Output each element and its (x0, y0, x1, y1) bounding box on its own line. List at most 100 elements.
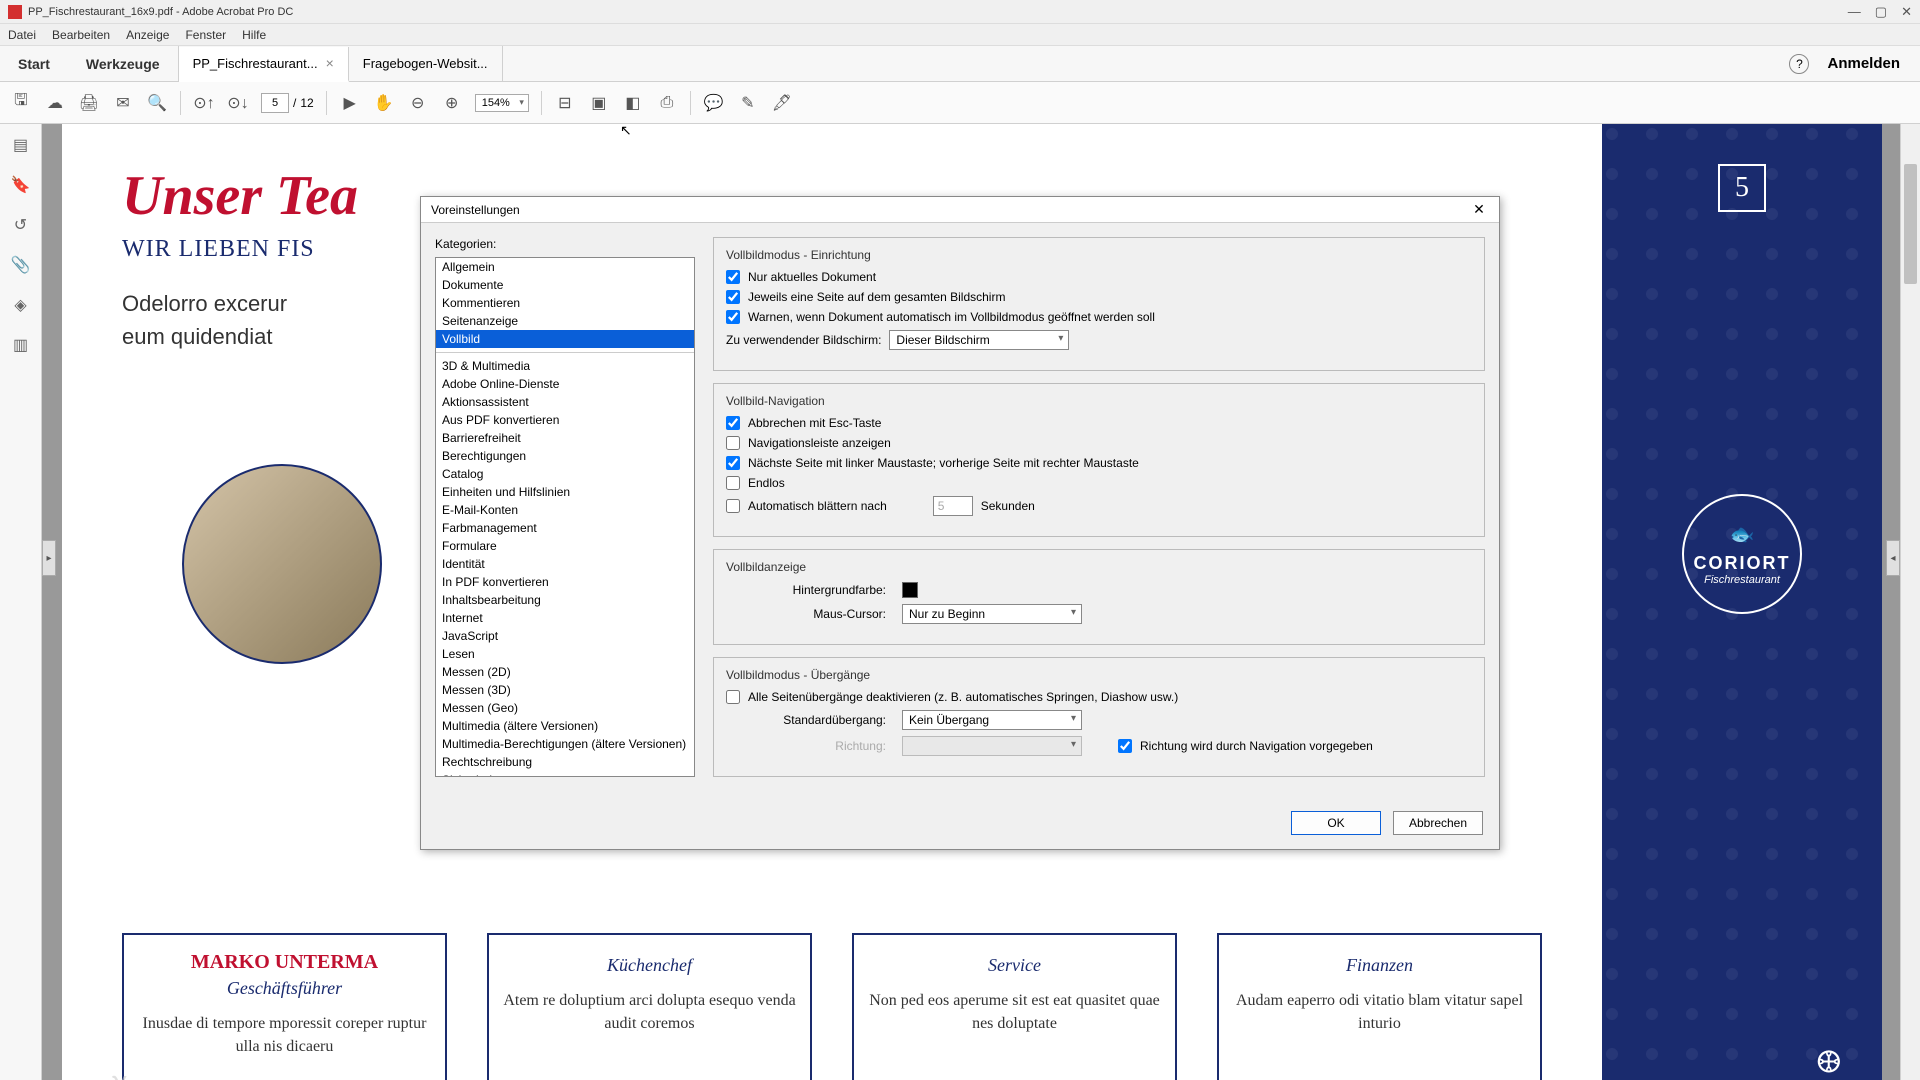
cat-item[interactable]: Multimedia-Berechtigungen (ältere Versio… (436, 735, 694, 753)
screen-label: Zu verwendender Bildschirm: (726, 333, 881, 347)
doc-tab-1[interactable]: PP_Fischrestaurant... × (179, 47, 349, 82)
cat-item[interactable]: Identität (436, 555, 694, 573)
close-button[interactable]: ✕ (1901, 4, 1912, 20)
tab-tools[interactable]: Werkzeuge (68, 46, 178, 81)
tab-start[interactable]: Start (0, 46, 68, 81)
titlebar-text: PP_Fischrestaurant_16x9.pdf - Adobe Acro… (28, 6, 293, 18)
ok-button[interactable]: OK (1291, 811, 1381, 835)
login-link[interactable]: Anmelden (1827, 55, 1900, 72)
cat-item[interactable]: Messen (Geo) (436, 699, 694, 717)
comment-icon[interactable]: 💬 (703, 92, 725, 114)
seconds-input[interactable] (933, 496, 973, 516)
cat-item[interactable]: Multimedia (ältere Versionen) (436, 717, 694, 735)
cat-item[interactable]: Messen (2D) (436, 663, 694, 681)
cursor-select[interactable]: Nur zu Beginn (902, 604, 1082, 624)
menu-bearbeiten[interactable]: Bearbeiten (52, 28, 110, 42)
cat-item[interactable]: Adobe Online-Dienste (436, 375, 694, 393)
cb-dir-by-nav[interactable] (1118, 739, 1132, 753)
page-up-icon[interactable]: ⊙↑ (193, 92, 215, 114)
page-current-input[interactable] (261, 93, 289, 113)
help-icon[interactable]: ? (1789, 54, 1809, 74)
cat-item[interactable]: Internet (436, 609, 694, 627)
expand-left-panel-icon[interactable]: ▸ (42, 540, 56, 576)
cat-item[interactable]: Formulare (436, 537, 694, 555)
cat-item[interactable]: Farbmanagement (436, 519, 694, 537)
thumbnails-icon[interactable]: ▤ (10, 134, 32, 156)
categories-list[interactable]: Allgemein Dokumente Kommentieren Seitena… (435, 257, 695, 777)
search-icon[interactable]: 🔍 (146, 92, 168, 114)
cat-item[interactable]: Aus PDF konvertieren (436, 411, 694, 429)
cb-one-page-fullscreen[interactable] (726, 290, 740, 304)
menu-anzeige[interactable]: Anzeige (126, 28, 169, 42)
cat-item[interactable]: Aktionsassistent (436, 393, 694, 411)
cb-mouse-nav[interactable] (726, 456, 740, 470)
zoom-in-icon[interactable]: ⊕ (441, 92, 463, 114)
maximize-button[interactable]: ▢ (1875, 4, 1887, 20)
page-down-icon[interactable]: ⊙↓ (227, 92, 249, 114)
sign-icon[interactable]: 🖋 (771, 92, 793, 114)
cat-vollbild[interactable]: Vollbild (436, 330, 694, 348)
trans-select[interactable]: Kein Übergang (902, 710, 1082, 730)
menu-datei[interactable]: Datei (8, 28, 36, 42)
cat-item[interactable]: Berechtigungen (436, 447, 694, 465)
mail-icon[interactable]: ✉ (112, 92, 134, 114)
cat-kommentieren[interactable]: Kommentieren (436, 294, 694, 312)
team-card-2: Küchenchef Atem re doluptium arci dolupt… (487, 933, 812, 1080)
cb-disable-transitions[interactable] (726, 690, 740, 704)
cat-item[interactable]: E-Mail-Konten (436, 501, 694, 519)
bookmarks-icon[interactable]: 🔖 (10, 174, 32, 196)
cat-item[interactable]: Inhaltsbearbeitung (436, 591, 694, 609)
doc-tab-1-close-icon[interactable]: × (326, 55, 334, 71)
fit-width-icon[interactable]: ⊟ (554, 92, 576, 114)
cat-item[interactable]: Einheiten und Hilfslinien (436, 483, 694, 501)
cat-item[interactable]: JavaScript (436, 627, 694, 645)
rotate-icon[interactable]: ↺ (10, 214, 32, 236)
select-tool-icon[interactable]: ▶ (339, 92, 361, 114)
print-icon[interactable]: 🖨 (78, 92, 100, 114)
cat-item[interactable]: Rechtschreibung (436, 753, 694, 771)
cat-item[interactable]: 3D & Multimedia (436, 357, 694, 375)
cb-only-current-doc[interactable] (726, 270, 740, 284)
zoom-out-icon[interactable]: ⊖ (407, 92, 429, 114)
cat-item[interactable]: Catalog (436, 465, 694, 483)
attachments-icon[interactable]: 📎 (10, 254, 32, 276)
scrollbar-thumb[interactable] (1904, 164, 1917, 284)
cb-endless[interactable] (726, 476, 740, 490)
cat-item[interactable]: Messen (3D) (436, 681, 694, 699)
cb-esc-abort[interactable] (726, 416, 740, 430)
expand-right-panel-icon[interactable]: ◂ (1886, 540, 1900, 576)
cat-seitenanzeige[interactable]: Seitenanzeige (436, 312, 694, 330)
cb-show-navbar[interactable] (726, 436, 740, 450)
minimize-button[interactable]: — (1848, 4, 1861, 20)
cat-item[interactable]: Sicherheit (436, 771, 694, 777)
menu-fenster[interactable]: Fenster (185, 28, 226, 42)
cb-auto-page[interactable] (726, 499, 740, 513)
menu-hilfe[interactable]: Hilfe (242, 28, 266, 42)
save-icon[interactable]: 🖫 (10, 92, 32, 114)
vertical-scrollbar[interactable] (1900, 124, 1920, 1080)
zoom-select[interactable]: 154% (475, 94, 529, 112)
cursor-label: Maus-Cursor: (726, 607, 886, 621)
dir-select (902, 736, 1082, 756)
cloud-icon[interactable]: ☁ (44, 92, 66, 114)
hand-tool-icon[interactable]: ✋ (373, 92, 395, 114)
screen-select[interactable]: Dieser Bildschirm (889, 330, 1069, 350)
doc-tab-2[interactable]: Fragebogen-Websit... (349, 46, 503, 81)
highlight-icon[interactable]: ✎ (737, 92, 759, 114)
layers-icon[interactable]: ◈ (10, 294, 32, 316)
cancel-button[interactable]: Abbrechen (1393, 811, 1483, 835)
article-icon[interactable]: ▥ (10, 334, 32, 356)
cat-item[interactable]: Lesen (436, 645, 694, 663)
fit-visible-icon[interactable]: ◧ (622, 92, 644, 114)
cat-dokumente[interactable]: Dokumente (436, 276, 694, 294)
dialog-close-icon[interactable]: ✕ (1469, 200, 1489, 220)
bg-color-swatch[interactable] (902, 582, 918, 598)
read-mode-icon[interactable]: ⎙ (656, 92, 678, 114)
cat-item[interactable]: Barrierefreiheit (436, 429, 694, 447)
group-nav-label: Vollbild-Navigation (726, 394, 1472, 408)
cat-item[interactable]: In PDF konvertieren (436, 573, 694, 591)
page-total: 12 (300, 96, 313, 110)
fit-page-icon[interactable]: ▣ (588, 92, 610, 114)
cat-allgemein[interactable]: Allgemein (436, 258, 694, 276)
cb-warn-auto-fullscreen[interactable] (726, 310, 740, 324)
